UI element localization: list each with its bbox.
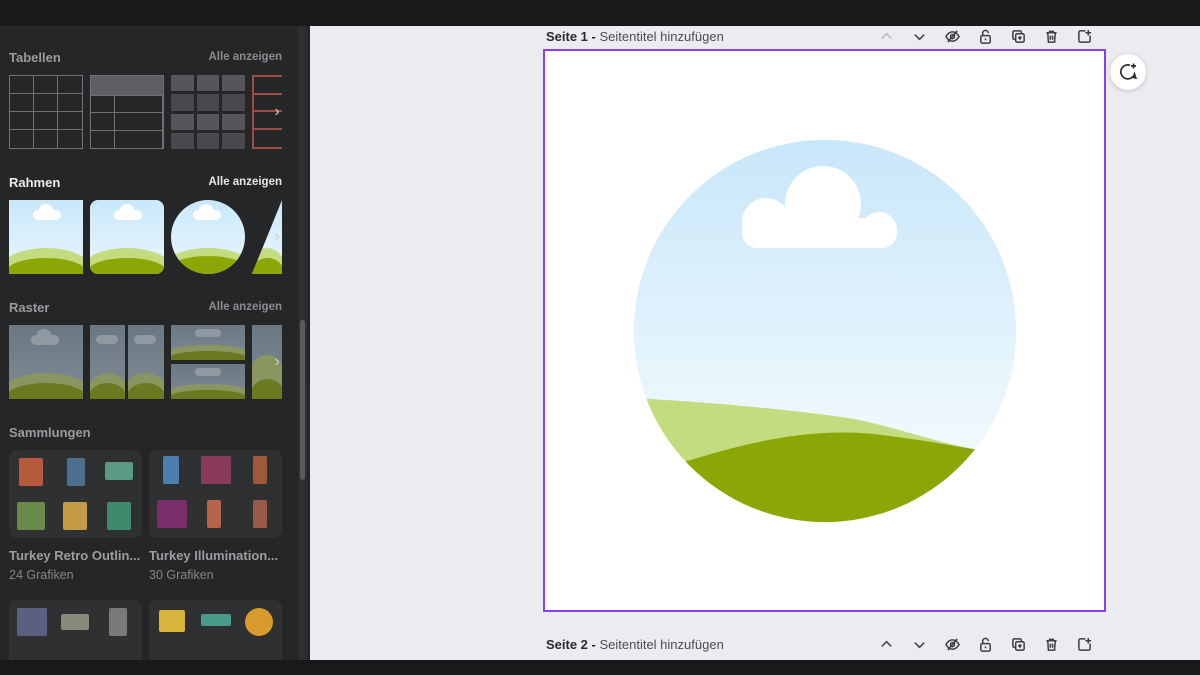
tables-see-all-link[interactable]: Alle anzeigen bbox=[209, 51, 283, 63]
graphic-thumb bbox=[61, 614, 89, 630]
grids-see-all-link[interactable]: Alle anzeigen bbox=[209, 301, 283, 313]
grids-section-header: Raster Alle anzeigen bbox=[9, 298, 282, 316]
canvas-area: Seite 1 - Seitentitel hinzufügen Seite 2… bbox=[310, 26, 1200, 660]
lock-open-icon[interactable] bbox=[969, 26, 1002, 46]
collection-card-icons[interactable] bbox=[149, 600, 282, 660]
page-2-label: Seite 2 - bbox=[546, 636, 596, 652]
sun-icon bbox=[245, 608, 273, 636]
frame-square[interactable] bbox=[9, 200, 83, 274]
frame-rounded[interactable] bbox=[90, 200, 164, 274]
trash-icon[interactable] bbox=[1035, 26, 1068, 46]
crown-icon bbox=[159, 610, 185, 632]
page-1-label: Seite 1 - bbox=[546, 28, 596, 44]
sidebar-scrollbar-thumb[interactable] bbox=[300, 320, 305, 480]
frames-next-arrow[interactable]: › bbox=[269, 222, 282, 252]
tables-section-header: Tabellen Alle anzeigen bbox=[9, 48, 282, 66]
graphic-thumb bbox=[201, 456, 231, 484]
graphic-thumb bbox=[253, 500, 267, 528]
elements-panel: Tabellen Alle anzeigen › Rahmen Alle anz… bbox=[0, 26, 310, 660]
chevron-down-icon[interactable] bbox=[903, 634, 936, 654]
lock-open-icon[interactable] bbox=[969, 634, 1002, 654]
grid-two-col-right[interactable] bbox=[128, 325, 164, 399]
top-bar bbox=[0, 0, 1200, 26]
grid-two-row-bottom[interactable] bbox=[171, 364, 245, 399]
graphic-thumb bbox=[163, 456, 179, 484]
graphic-thumb bbox=[109, 608, 127, 636]
duplicate-icon[interactable] bbox=[1002, 634, 1035, 654]
collections-title: Sammlungen bbox=[9, 424, 91, 440]
collection-name[interactable]: Turkey Illumination... bbox=[149, 548, 285, 563]
collection-count: 30 Grafiken bbox=[149, 568, 214, 582]
page-2-toolbar bbox=[870, 634, 1101, 654]
collection-card-patterns[interactable] bbox=[9, 600, 142, 660]
table-thumb-filled[interactable] bbox=[171, 75, 245, 149]
tables-title: Tabellen bbox=[9, 49, 61, 65]
eye-off-icon[interactable] bbox=[936, 26, 969, 46]
chevron-down-icon[interactable] bbox=[903, 26, 936, 46]
graphic-thumb bbox=[107, 502, 131, 530]
collection-card-turkey-illumination[interactable] bbox=[149, 450, 282, 538]
graphic-thumb bbox=[253, 456, 267, 484]
tables-row: › bbox=[9, 75, 282, 149]
bottom-bar bbox=[0, 660, 1200, 675]
tables-next-arrow[interactable]: › bbox=[269, 97, 282, 127]
page-2-title[interactable]: Seite 2 - Seitentitel hinzufügen bbox=[546, 637, 724, 652]
landscape-illustration bbox=[634, 140, 1016, 522]
chevron-up-icon[interactable] bbox=[870, 634, 903, 654]
graphic-thumb bbox=[207, 500, 221, 528]
collection-name[interactable]: Turkey Retro Outlin... bbox=[9, 548, 145, 563]
page-2-header: Seite 2 - Seitentitel hinzufügen bbox=[546, 634, 1101, 654]
page-1-canvas[interactable] bbox=[543, 49, 1106, 612]
duplicate-icon[interactable] bbox=[1002, 26, 1035, 46]
grids-next-arrow[interactable]: › bbox=[269, 347, 282, 377]
grid-two-col-left[interactable] bbox=[90, 325, 125, 399]
comment-add-icon[interactable] bbox=[1110, 54, 1146, 90]
arrow-icon bbox=[201, 614, 231, 626]
page-1-toolbar bbox=[870, 26, 1101, 46]
graphic-thumb bbox=[17, 608, 47, 636]
page-2-title-placeholder[interactable]: Seitentitel hinzufügen bbox=[599, 637, 723, 652]
grids-title: Raster bbox=[9, 299, 50, 315]
frames-see-all-link[interactable]: Alle anzeigen bbox=[209, 176, 283, 188]
frame-circle[interactable] bbox=[171, 200, 245, 274]
grid-single[interactable] bbox=[9, 325, 83, 399]
eye-off-icon[interactable] bbox=[936, 634, 969, 654]
chevron-up-icon[interactable] bbox=[870, 26, 903, 46]
graphic-thumb bbox=[63, 502, 87, 530]
page-1-title-placeholder[interactable]: Seitentitel hinzufügen bbox=[599, 29, 723, 44]
circle-frame-element[interactable] bbox=[634, 140, 1016, 522]
table-thumb[interactable] bbox=[9, 75, 83, 149]
collection-count: 24 Grafiken bbox=[9, 568, 74, 582]
grid-two-row-top[interactable] bbox=[171, 325, 245, 360]
graphic-thumb bbox=[157, 500, 187, 528]
graphic-thumb bbox=[19, 458, 43, 486]
add-page-icon[interactable] bbox=[1068, 26, 1101, 46]
page-1-title[interactable]: Seite 1 - Seitentitel hinzufügen bbox=[546, 29, 724, 44]
frames-row: › bbox=[9, 200, 282, 274]
collection-card-turkey-retro[interactable] bbox=[9, 450, 142, 538]
frames-section-header: Rahmen Alle anzeigen bbox=[9, 173, 282, 191]
frames-title: Rahmen bbox=[9, 174, 61, 190]
collections-section-header: Sammlungen bbox=[9, 423, 282, 441]
graphic-thumb bbox=[67, 458, 85, 486]
add-page-icon[interactable] bbox=[1068, 634, 1101, 654]
graphic-thumb bbox=[105, 462, 133, 480]
graphic-thumb bbox=[17, 502, 45, 530]
trash-icon[interactable] bbox=[1035, 634, 1068, 654]
table-thumb-header[interactable] bbox=[90, 75, 164, 149]
page-1-header: Seite 1 - Seitentitel hinzufügen bbox=[546, 26, 1101, 46]
grids-row: › bbox=[9, 325, 282, 399]
